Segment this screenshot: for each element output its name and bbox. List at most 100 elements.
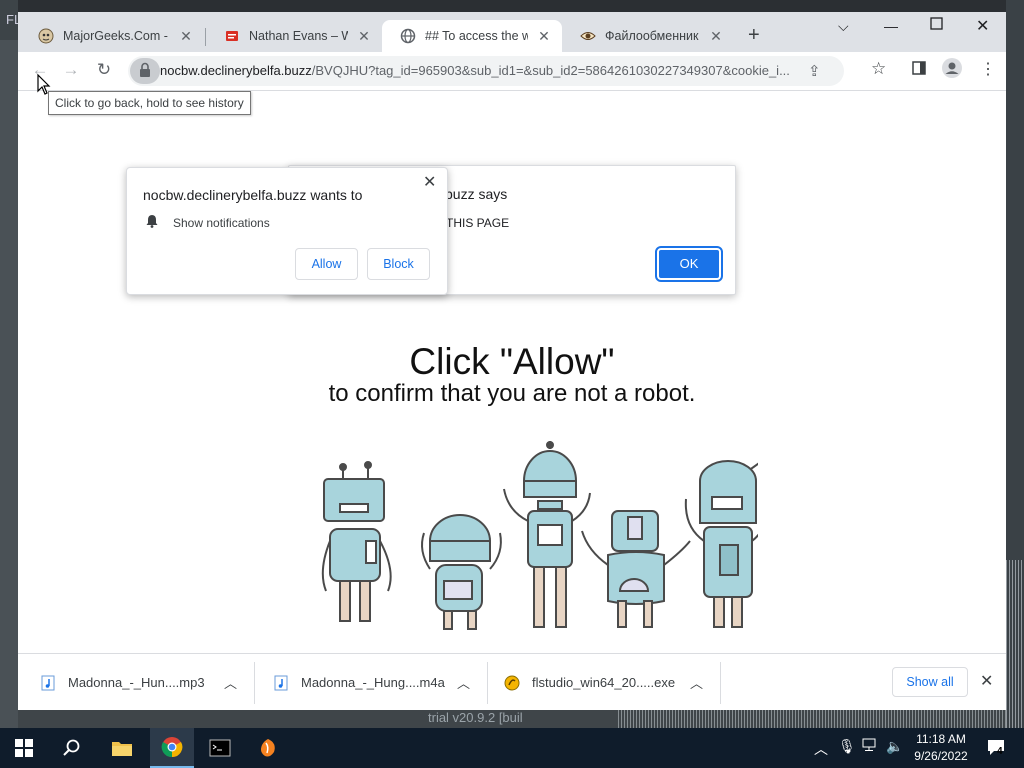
tab-file-sharing[interactable]: Файлообменник ✕ <box>562 20 734 52</box>
profile-avatar-icon[interactable] <box>942 58 962 82</box>
reload-button[interactable]: ↻ <box>93 60 115 82</box>
back-button-tooltip: Click to go back, hold to see history <box>48 91 251 115</box>
chevron-up-icon[interactable]: ︿ <box>690 654 703 711</box>
network-icon[interactable] <box>862 738 878 755</box>
fl-studio-icon <box>261 739 275 757</box>
folder-icon <box>112 742 132 756</box>
close-icon[interactable]: ✕ <box>980 671 993 691</box>
side-panel-icon[interactable] <box>912 61 926 79</box>
chevron-up-icon[interactable]: ︿ <box>814 739 828 759</box>
start-button[interactable] <box>4 728 44 768</box>
notification-count-badge: 4 <box>997 746 1003 757</box>
page-headline: Click "Allow" <box>409 341 615 382</box>
mouse-cursor-icon <box>37 74 51 95</box>
tab-title: Nathan Evans – Welle <box>249 29 348 43</box>
url-text[interactable]: nocbw.declinerybelfa.buzz/BVQJHU?tag_id=… <box>160 63 830 78</box>
background-waveform <box>1006 560 1024 728</box>
search-icon <box>63 739 80 756</box>
chrome-icon <box>161 737 183 758</box>
robot-figure <box>684 460 758 628</box>
globe-icon <box>400 28 416 44</box>
tab-title: Файлообменник <box>605 29 699 43</box>
action-center-icon[interactable] <box>986 737 1006 760</box>
majorgeeks-favicon <box>38 28 54 44</box>
tab-active-page[interactable]: ## To access the web ✕ <box>382 20 562 52</box>
tab-majorgeeks[interactable]: MajorGeeks.Com - M ✕ <box>20 20 204 52</box>
audio-file-icon <box>40 675 56 691</box>
chevron-up-icon[interactable]: ︿ <box>224 654 237 711</box>
close-icon[interactable]: ✕ <box>536 28 552 45</box>
terminal-icon <box>209 739 231 757</box>
url-path: /BVQJHU?tag_id=965903&sub_id1=&sub_id2=5… <box>311 63 790 78</box>
lock-icon[interactable] <box>130 58 160 84</box>
show-all-downloads-button[interactable]: Show all <box>892 667 968 697</box>
web-page: Click "Allow" to confirm that you are no… <box>18 91 1006 653</box>
bell-icon <box>145 214 159 233</box>
tab-strip: MajorGeeks.Com - M ✕ Nathan Evans – Well… <box>18 12 1006 52</box>
address-bar[interactable]: nocbw.declinerybelfa.buzz/BVQJHU?tag_id=… <box>128 56 844 86</box>
permission-text: Show notifications <box>173 216 270 230</box>
maximize-button[interactable] <box>930 17 943 33</box>
download-item[interactable]: Madonna_-_Hung....m4a <box>273 654 445 711</box>
divider <box>254 662 255 704</box>
clock-time[interactable]: 11:18 AM <box>906 732 976 746</box>
background-app-bottom-strip: trial v20.9.2 [buil <box>18 710 1006 728</box>
menu-dots-icon[interactable]: ⋮ <box>980 59 996 79</box>
eye-favicon <box>580 28 596 44</box>
installer-icon <box>504 675 520 691</box>
tab-search-chevron-icon[interactable]: ⌵ <box>838 18 849 35</box>
close-icon[interactable]: ✕ <box>423 172 436 192</box>
windows-taskbar: ︿ 🎙 🔈 11:18 AM 9/26/2022 4 <box>0 728 1024 768</box>
window-close-button[interactable]: ✕ <box>976 16 989 36</box>
download-filename: Madonna_-_Hun....mp3 <box>68 675 205 690</box>
permission-title: nocbw.declinerybelfa.buzz wants to <box>143 187 363 203</box>
tab-nathan-evans[interactable]: Nathan Evans – Welle ✕ <box>206 20 382 52</box>
file-explorer-button[interactable] <box>100 728 144 768</box>
background-app-text: trial v20.9.2 [buil <box>428 710 523 725</box>
close-icon[interactable]: ✕ <box>178 28 194 45</box>
background-waveform-bottom <box>618 710 1006 728</box>
robot-figure <box>421 514 502 630</box>
url-host: nocbw.declinerybelfa.buzz <box>160 63 312 78</box>
audio-file-icon <box>273 675 289 691</box>
close-icon[interactable]: ✕ <box>708 28 724 45</box>
robot-figure <box>581 510 691 628</box>
robot-figure <box>321 461 392 622</box>
browser-window: MajorGeeks.Com - M ✕ Nathan Evans – Well… <box>18 12 1006 710</box>
clock-date[interactable]: 9/26/2022 <box>906 749 976 763</box>
close-icon[interactable]: ✕ <box>356 28 372 45</box>
browser-toolbar: ← → ↻ nocbw.declinerybelfa.buzz/BVQJHU?t… <box>18 52 1006 90</box>
download-item[interactable]: flstudio_win64_20.....exe <box>504 654 675 711</box>
tab-title: ## To access the web <box>425 29 528 43</box>
chevron-up-icon[interactable]: ︿ <box>457 654 470 711</box>
terminal-taskbar-button[interactable] <box>198 728 242 768</box>
alert-title: buzz says <box>445 186 508 202</box>
download-item[interactable]: Madonna_-_Hun....mp3 <box>40 654 205 711</box>
block-button[interactable]: Block <box>367 248 430 280</box>
download-filename: flstudio_win64_20.....exe <box>532 675 676 690</box>
notification-permission-popup: nocbw.declinerybelfa.buzz wants to ✕ Sho… <box>126 167 448 295</box>
new-tab-button[interactable]: + <box>748 24 760 47</box>
search-button[interactable] <box>52 728 92 768</box>
divider <box>720 662 721 704</box>
fl-studio-taskbar-button[interactable] <box>246 728 290 768</box>
allow-button[interactable]: Allow <box>295 248 358 280</box>
chrome-taskbar-button[interactable] <box>150 728 194 768</box>
ok-button[interactable]: OK <box>655 246 723 282</box>
download-shelf: Madonna_-_Hun....mp3 ︿ Madonna_-_Hung...… <box>18 653 1006 710</box>
minimize-button[interactable]: — <box>884 18 898 34</box>
page-subline: to confirm that you are not a robot. <box>328 380 696 407</box>
alert-message: THIS PAGE <box>446 216 510 230</box>
share-icon[interactable]: ⇪ <box>808 62 821 80</box>
windows-logo-icon <box>15 739 33 757</box>
tab-title: MajorGeeks.Com - M <box>63 29 170 43</box>
divider <box>487 662 488 704</box>
bookmark-star-icon[interactable]: ☆ <box>871 59 886 79</box>
forward-button[interactable]: → <box>60 60 82 82</box>
robots-illustration <box>321 441 758 630</box>
robot-figure <box>503 441 591 628</box>
download-filename: Madonna_-_Hung....m4a <box>301 675 445 690</box>
background-app-label: FL <box>0 0 21 40</box>
volume-icon[interactable]: 🔈 <box>886 738 903 755</box>
microphone-icon[interactable]: 🎙 <box>838 738 856 755</box>
